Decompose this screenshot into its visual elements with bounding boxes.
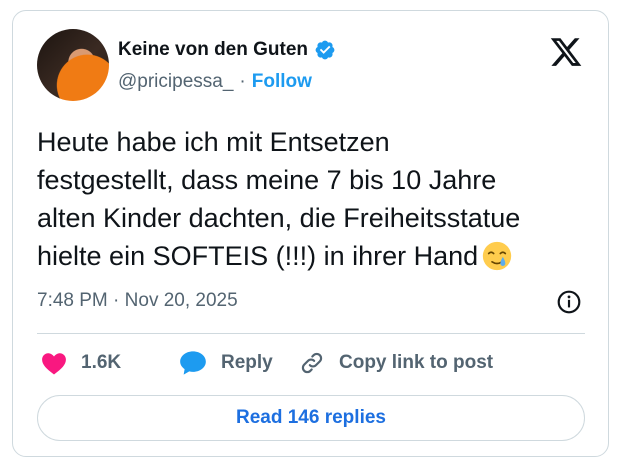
name-row: Keine von den Guten [118,37,336,63]
display-name[interactable]: Keine von den Guten [118,39,308,61]
handle-row: @pricipessa_ · Follow [118,69,312,95]
like-count: 1.6K [81,352,122,373]
info-icon[interactable] [556,289,582,315]
read-replies-label: Read 146 replies [236,407,386,428]
tweet-card: Keine von den Guten @pricipessa_ · Follo… [12,10,609,457]
divider [37,333,585,334]
x-logo-icon[interactable] [549,35,583,69]
verified-badge-icon [315,40,335,60]
link-icon [301,352,323,374]
tweet-date[interactable]: Nov 20, 2025 [125,290,238,311]
separator-dot: · [113,290,120,311]
copy-link-button[interactable]: Copy link to post [299,349,493,377]
timestamp-row: 7:48 PM · Nov 20, 2025 [37,290,238,312]
avatar[interactable] [37,29,109,101]
reply-label: Reply [221,352,273,373]
tweet-time[interactable]: 7:48 PM [37,290,108,311]
read-replies-button[interactable]: Read 146 replies [37,395,585,441]
face-holding-back-tears-icon [483,241,512,271]
like-button[interactable]: 1.6K [41,349,121,377]
separator-dot: · [239,71,246,92]
handle[interactable]: @pricipessa_ [118,71,233,93]
heart-icon [42,353,66,375]
reply-bubble-icon [180,351,206,375]
tweet-text: Heute habe ich mit Entsetzen festgestell… [37,123,597,275]
follow-button[interactable]: Follow [252,71,312,93]
copy-link-label: Copy link to post [339,352,494,373]
tweet-body: Heute habe ich mit Entsetzen festgestell… [37,127,521,271]
reply-button[interactable]: Reply [179,349,273,377]
